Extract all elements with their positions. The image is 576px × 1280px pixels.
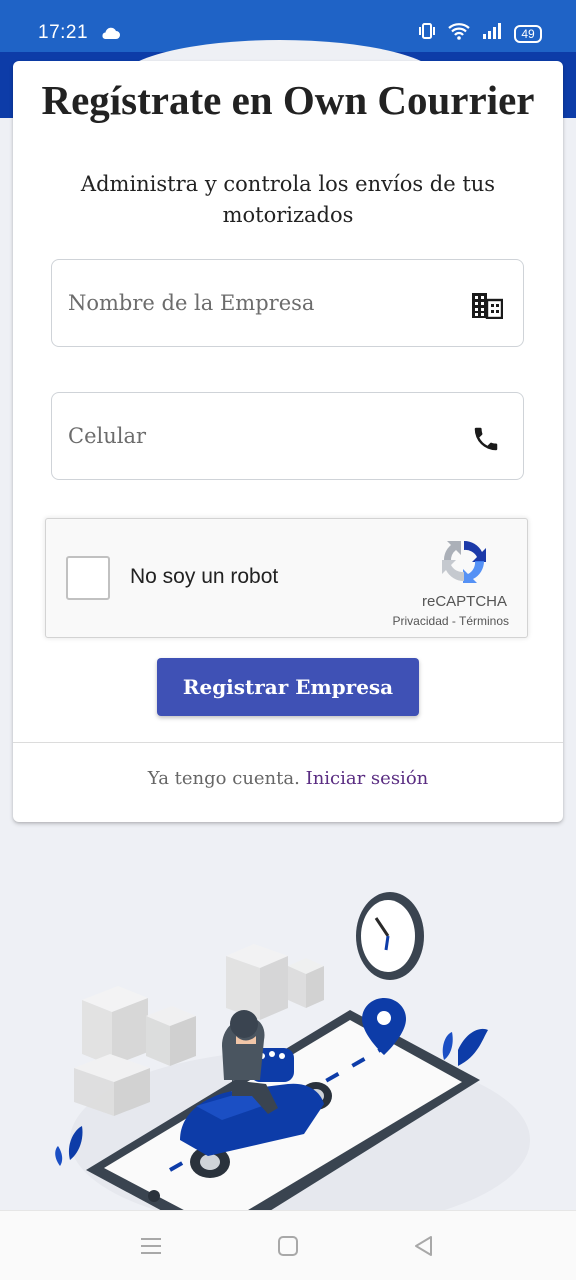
wifi-icon <box>448 22 470 45</box>
card-divider <box>13 742 563 743</box>
recaptcha-logo-icon <box>438 535 490 587</box>
signal-icon <box>482 23 502 44</box>
boxes-back <box>226 944 324 1020</box>
recaptcha-widget: No soy un robot reCAPTCHA Privacidad - T… <box>45 518 528 638</box>
login-prompt-text: Ya tengo cuenta. <box>147 768 300 789</box>
cloud-icon <box>100 26 120 44</box>
login-link[interactable]: Iniciar sesión <box>306 768 429 789</box>
delivery-illustration <box>0 870 576 1242</box>
menu-icon[interactable] <box>138 1233 164 1259</box>
page-title: Regístrate en Own Courrier <box>41 77 535 123</box>
recaptcha-checkbox[interactable] <box>66 556 110 600</box>
company-name-input[interactable] <box>68 260 448 346</box>
battery-icon: 49 <box>514 24 542 43</box>
company-name-field[interactable] <box>51 259 524 347</box>
recaptcha-privacy-terms-links[interactable]: Privacidad - Términos <box>393 614 509 628</box>
status-time: 17:21 <box>38 22 89 43</box>
page-subtitle: Administra y controla los envíos de tus … <box>80 172 496 227</box>
home-square-icon[interactable] <box>275 1233 301 1259</box>
vibrate-icon <box>418 22 436 45</box>
register-company-button[interactable]: Registrar Empresa <box>157 658 419 716</box>
back-triangle-icon[interactable] <box>411 1233 437 1259</box>
phone-field[interactable] <box>51 392 524 480</box>
clock-icon <box>356 892 424 980</box>
phone-icon <box>471 424 503 452</box>
register-card: Regístrate en Own Courrier Administra y … <box>13 61 563 822</box>
recaptcha-brand: reCAPTCHA <box>421 593 507 610</box>
recaptcha-label: No soy un robot <box>130 565 279 588</box>
business-icon <box>471 291 504 320</box>
status-icons: 49 <box>418 22 542 45</box>
system-nav-bar <box>0 1210 576 1280</box>
login-prompt: Ya tengo cuenta. Iniciar sesión <box>13 768 563 789</box>
phone-input[interactable] <box>68 393 448 479</box>
